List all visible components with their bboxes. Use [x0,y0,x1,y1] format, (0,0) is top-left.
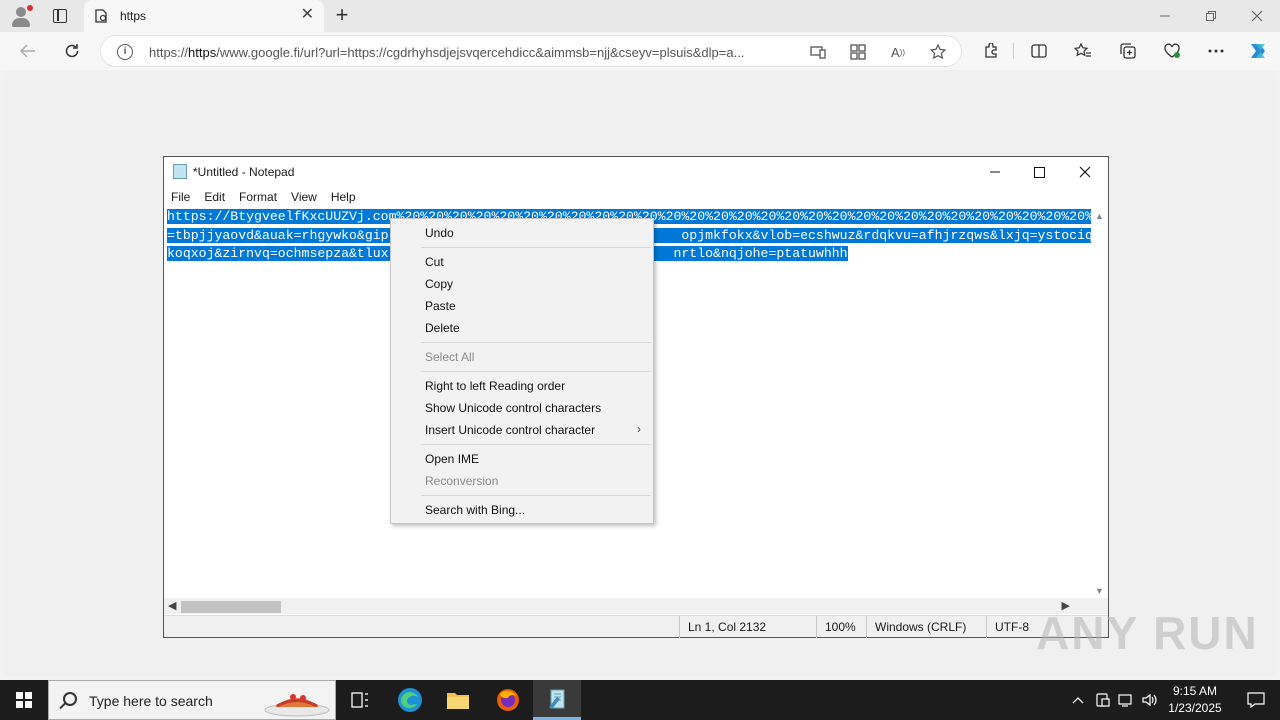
browser-essentials-icon[interactable] [1160,40,1184,62]
notification-center-icon[interactable] [1232,680,1280,720]
notepad-menu-bar: File Edit Format View Help [164,187,1108,207]
split-screen-icon[interactable] [1027,40,1051,62]
ctx-show-unicode[interactable]: Show Unicode control characters [393,397,651,419]
ctx-reconversion[interactable]: Reconversion [393,470,651,492]
read-aloud-icon[interactable]: A)) [889,44,907,60]
ctx-separator [421,342,651,343]
status-position: Ln 1, Col 2132 [679,616,766,638]
start-button[interactable] [0,680,48,720]
taskbar-clock[interactable]: 9:15 AM 1/23/2025 [1158,683,1232,717]
address-bar[interactable]: i https://https/www.google.fi/url?url=ht… [100,35,962,67]
file-explorer-icon[interactable] [434,680,482,720]
anyrun-watermark: ANY RUN [1036,607,1259,659]
menu-edit[interactable]: Edit [197,187,232,207]
notepad-app-icon [173,164,187,179]
extensions-icon[interactable] [979,40,1003,62]
windows-logo-icon [16,692,32,708]
new-tab-button[interactable]: + [330,4,354,28]
menu-file[interactable]: File [164,187,197,207]
tab-close-icon[interactable]: ✕ [301,7,314,23]
clock-time: 9:15 AM [1172,684,1218,698]
copilot-icon[interactable] [1246,40,1270,62]
context-menu: Undo Cut Copy Paste Delete Select All Ri… [390,218,654,524]
back-icon[interactable] [15,39,41,63]
ctx-separator [421,247,651,248]
favorites-icon[interactable] [1071,40,1095,62]
scroll-up-icon[interactable]: ▲ [1095,211,1104,221]
address-url[interactable]: https://https/www.google.fi/url?url=http… [149,45,799,60]
site-info-icon[interactable]: i [117,44,133,60]
search-highlight-pie-icon [264,694,330,717]
tab-title: https [120,9,147,23]
collections-icon[interactable] [1116,40,1140,62]
horizontal-scrollbar[interactable]: ◀ ▶ [164,598,1092,614]
notepad-maximize-button[interactable] [1016,157,1062,187]
notepad-taskbar-icon[interactable] [533,680,581,720]
notepad-minimize-button[interactable] [972,157,1018,187]
browser-tab[interactable]: https ✕ [84,0,324,32]
search-icon [63,692,77,706]
ctx-cut[interactable]: Cut [393,251,651,273]
ctx-delete[interactable]: Delete [393,317,651,339]
ctx-copy[interactable]: Copy [393,273,651,295]
ctx-insert-unicode[interactable]: Insert Unicode control character › [393,419,651,441]
ctx-insert-unicode-label: Insert Unicode control character [425,423,596,437]
menu-view[interactable]: View [284,187,324,207]
ctx-paste[interactable]: Paste [393,295,651,317]
notepad-status-bar: Ln 1, Col 2132 100% Windows (CRLF) UTF-8 [164,615,1108,638]
browser-close-button[interactable] [1234,0,1280,32]
vertical-scrollbar[interactable]: ▲ ▼ [1092,208,1108,598]
status-encoding: UTF-8 [986,616,1029,638]
ctx-undo[interactable]: Undo [393,222,651,244]
browser-tab-bar: https ✕ + [0,0,1280,32]
page-favicon-icon [95,9,107,23]
ctx-rtl-reading-order[interactable]: Right to left Reading order [393,375,651,397]
ctx-separator [421,444,651,445]
ctx-search-bing[interactable]: Search with Bing... [393,499,651,521]
toolbar-divider [1013,43,1014,59]
taskbar-search-box[interactable]: Type here to search [48,680,336,720]
ctx-select-all[interactable]: Select All [393,346,651,368]
scroll-down-icon[interactable]: ▼ [1095,586,1104,596]
search-placeholder: Type here to search [89,693,213,709]
favorite-star-icon[interactable] [929,44,947,60]
immersive-reader-icon[interactable] [809,44,827,60]
menu-format[interactable]: Format [232,187,284,207]
task-view-icon[interactable] [336,680,384,720]
browser-restore-button[interactable] [1188,0,1234,32]
horizontal-scroll-thumb[interactable] [181,601,281,613]
network-icon[interactable] [1115,680,1137,720]
edge-taskbar-icon[interactable] [386,680,434,720]
ctx-separator [421,371,651,372]
browser-toolbar: i https://https/www.google.fi/url?url=ht… [0,32,1280,70]
refresh-icon[interactable] [59,39,85,63]
device-icon[interactable] [1092,680,1114,720]
status-line-ending: Windows (CRLF) [866,616,966,638]
firefox-icon[interactable] [484,680,532,720]
tray-overflow-icon[interactable] [1068,680,1088,720]
tab-actions-icon[interactable] [44,4,76,28]
menu-help[interactable]: Help [324,187,363,207]
notepad-close-button[interactable] [1062,157,1108,187]
profile-avatar-icon[interactable] [9,4,33,28]
more-menu-icon[interactable] [1204,40,1228,62]
notepad-title-bar[interactable]: *Untitled - Notepad [164,157,1108,187]
browser-minimize-button[interactable] [1142,0,1188,32]
ctx-open-ime[interactable]: Open IME [393,448,651,470]
app-available-icon[interactable] [849,44,867,60]
scroll-left-icon[interactable]: ◀ [168,599,176,612]
clock-date: 1/23/2025 [1168,701,1222,715]
status-zoom: 100% [816,616,856,638]
windows-taskbar: Type here to search 9:15 AM 1/23/2025 [0,680,1280,720]
ctx-separator [421,495,651,496]
notepad-title: *Untitled - Notepad [193,165,295,179]
submenu-arrow-icon: › [637,422,641,436]
